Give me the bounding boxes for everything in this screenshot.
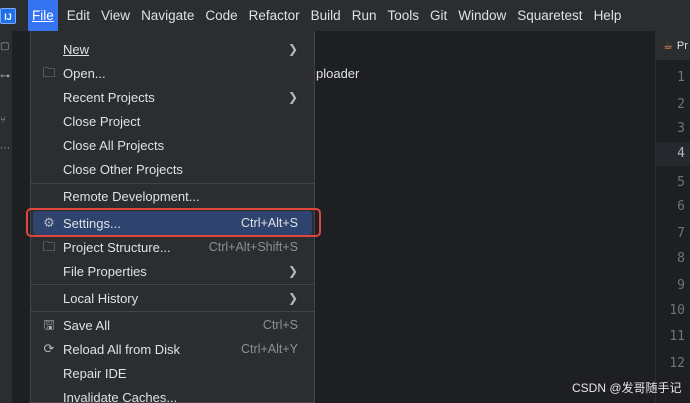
submenu-arrow-icon: ❯: [287, 291, 298, 305]
submenu-arrow-icon: ❯: [287, 90, 298, 104]
editor-background-text: ploader: [316, 66, 360, 81]
line-number: 11: [669, 329, 685, 344]
line-number-current: 4: [677, 146, 685, 161]
menu-item-label: File Properties: [63, 263, 147, 279]
more-tools-icon[interactable]: ⋯: [0, 143, 12, 157]
menu-item-repair-ide[interactable]: Repair IDE: [33, 361, 312, 385]
menu-item-label: Remote Development...: [63, 188, 200, 204]
menu-item-label: Close All Projects: [63, 137, 165, 153]
shortcut-label: Ctrl+Alt+Y: [241, 342, 298, 356]
save-icon: 🖫: [43, 317, 55, 332]
line-number: 2: [677, 97, 685, 112]
menu-item-label: Invalidate Caches...: [63, 389, 178, 403]
menu-help[interactable]: Help: [592, 0, 624, 31]
line-number: 5: [677, 175, 685, 190]
menu-separator: [31, 311, 314, 312]
left-tool-strip: ▢ ⊶ ⑂ ⋯: [0, 31, 12, 403]
menu-refactor[interactable]: Refactor: [247, 0, 302, 31]
menu-item-new[interactable]: New ❯: [33, 37, 312, 61]
menu-item-reload-all[interactable]: ⟳ Reload All from Disk Ctrl+Alt+Y: [33, 337, 312, 361]
menu-navigate[interactable]: Navigate: [139, 0, 196, 31]
menu-view[interactable]: View: [99, 0, 132, 31]
reload-icon: ⟳: [43, 341, 55, 356]
line-number: 1: [677, 70, 685, 85]
line-number: 9: [677, 278, 685, 293]
menu-item-label: Save All: [63, 317, 110, 333]
menu-item-remote-development[interactable]: Remote Development...: [33, 184, 312, 208]
app-logo-icon[interactable]: IJ: [0, 7, 16, 24]
menu-squaretest[interactable]: Squaretest: [515, 0, 584, 31]
submenu-arrow-icon: ❯: [287, 42, 298, 56]
shortcut-label: Ctrl+S: [262, 318, 298, 332]
menu-item-invalidate-caches[interactable]: Invalidate Caches...: [33, 385, 312, 403]
line-number: 8: [677, 251, 685, 266]
java-file-icon: ☕: [663, 40, 673, 52]
menu-item-file-properties[interactable]: File Properties ❯: [33, 259, 312, 283]
menu-item-open[interactable]: 🗀 Open...: [33, 61, 312, 85]
menu-item-save-all[interactable]: 🖫 Save All Ctrl+S: [33, 313, 312, 337]
editor-tab[interactable]: ☕ Pr: [655, 31, 690, 61]
menu-edit[interactable]: Edit: [65, 0, 92, 31]
menu-run[interactable]: Run: [350, 0, 379, 31]
menu-item-close-project[interactable]: Close Project: [33, 109, 312, 133]
submenu-arrow-icon: ❯: [287, 264, 298, 278]
menu-code[interactable]: Code: [203, 0, 239, 31]
menu-item-close-all-projects[interactable]: Close All Projects: [33, 133, 312, 157]
menu-file[interactable]: File: [28, 0, 58, 31]
menu-separator: [31, 284, 314, 285]
menu-item-recent-projects[interactable]: Recent Projects ❯: [33, 85, 312, 109]
menu-git[interactable]: Git: [428, 0, 449, 31]
editor-tab-label: Pr: [676, 39, 688, 52]
project-structure-icon: 🗀: [42, 239, 56, 254]
menu-item-project-structure[interactable]: 🗀 Project Structure... Ctrl+Alt+Shift+S: [33, 235, 312, 259]
line-number: 12: [669, 356, 685, 371]
commit-tool-icon[interactable]: ⊶: [0, 71, 12, 85]
line-number: 3: [677, 121, 685, 136]
settings-highlight-annotation: [26, 208, 321, 237]
menu-item-label: Open...: [63, 65, 106, 81]
line-number: 7: [677, 226, 685, 241]
menu-item-label: Reload All from Disk: [63, 341, 181, 357]
menu-tools[interactable]: Tools: [385, 0, 421, 31]
folder-icon: 🗀: [42, 65, 56, 80]
menu-build[interactable]: Build: [309, 0, 343, 31]
menu-window[interactable]: Window: [456, 0, 508, 31]
line-number: 6: [677, 199, 685, 214]
menu-item-local-history[interactable]: Local History ❯: [33, 286, 312, 310]
menu-item-label: Project Structure...: [63, 239, 171, 255]
line-number: 10: [669, 303, 685, 318]
menu-item-label: Recent Projects: [63, 89, 155, 105]
menu-item-label: New: [63, 41, 90, 57]
shortcut-label: Ctrl+Alt+Shift+S: [208, 240, 298, 254]
menu-item-label: Close Other Projects: [63, 161, 183, 177]
menu-item-label: Close Project: [63, 113, 141, 129]
structure-tool-icon[interactable]: ⑂: [0, 115, 12, 129]
menu-item-close-other-projects[interactable]: Close Other Projects: [33, 157, 312, 181]
watermark: CSDN @发哥随手记: [572, 381, 682, 395]
menu-bar: IJ File Edit View Navigate Code Refactor…: [0, 0, 690, 31]
project-tool-icon[interactable]: ▢: [0, 41, 12, 55]
menu-item-label: Local History: [63, 290, 139, 306]
menu-item-label: Repair IDE: [63, 365, 127, 381]
